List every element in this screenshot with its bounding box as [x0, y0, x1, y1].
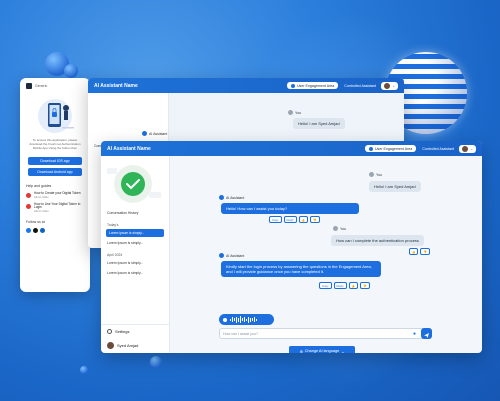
controlled-assistant-label: Controlled Assistant	[422, 146, 455, 151]
decorative-sphere	[80, 366, 88, 374]
history-item[interactable]: Lorem Ipsum is simply...	[101, 268, 169, 278]
user-icon	[333, 226, 338, 231]
bot-icon	[219, 253, 224, 258]
change-language-button[interactable]: ⊕ Change AI language ⌄	[289, 346, 355, 353]
engagement-area-button[interactable]: User Engagement Area	[364, 145, 417, 152]
mic-icon[interactable]: ●	[413, 331, 416, 337]
youtube-icon	[26, 203, 31, 209]
guide-item[interactable]: How to Use Your Digital Token to Login Ad…	[20, 201, 90, 216]
sidebar-footer: Settings Syed Amjad	[101, 324, 169, 353]
social-links	[20, 226, 90, 235]
message-actions: Copy Reply 👍 👎	[269, 216, 320, 223]
settings-button[interactable]: Settings	[101, 325, 169, 338]
message-actions: Copy Reply 👍 👎	[319, 282, 370, 289]
microphone-icon	[223, 317, 227, 322]
front-app-window: AI Assistant Name User Engagement Area C…	[101, 141, 482, 353]
message-actions: 👍 👎	[409, 248, 430, 255]
april-label: April 2024	[107, 253, 123, 257]
send-button[interactable]	[421, 328, 432, 339]
bot-label: AI Assistant	[219, 195, 244, 200]
engagement-label: User Engagement Area	[296, 83, 335, 88]
back-window-header: AI Assistant Name User Engagement Area C…	[88, 78, 404, 93]
linkedin-icon[interactable]	[40, 228, 45, 234]
user-icon	[368, 146, 373, 151]
reply-button[interactable]: Reply	[333, 282, 347, 289]
user-label: You	[369, 172, 382, 177]
user-icon	[288, 110, 293, 115]
intro-text: To access this application, please downl…	[29, 138, 81, 150]
chat-input[interactable]: How can I assist you? ●	[219, 328, 432, 339]
phone-lock-illustration	[33, 96, 77, 136]
user-menu[interactable]: ⌄	[459, 144, 476, 153]
youtube-icon	[26, 192, 31, 198]
dislike-icon[interactable]: 👎	[360, 282, 370, 289]
voice-recording-bar[interactable]	[219, 314, 274, 325]
engagement-label: User Engagement Area	[374, 146, 413, 151]
download-ios-button[interactable]: Download iOS app	[28, 156, 82, 165]
app-name: Generic	[35, 84, 48, 88]
user-message: How can I complete the authentication pr…	[331, 235, 424, 247]
status-illustration	[101, 156, 169, 208]
front-window-header: AI Assistant Name User Engagement Area C…	[101, 141, 482, 156]
user-label: You	[333, 226, 346, 231]
today-label: Today's	[107, 223, 119, 227]
copy-button[interactable]: Copy	[269, 216, 282, 223]
avatar	[384, 82, 391, 89]
history-item-active[interactable]: Lorem Ipsum is simply...	[106, 229, 164, 237]
guide-sub: Admin Video	[34, 210, 49, 214]
controlled-assistant-label: Controlled Assistant	[344, 83, 377, 88]
language-icon: ⊕	[299, 349, 303, 354]
conversation-history-label: Conversation History	[107, 211, 139, 215]
user-label: You	[288, 110, 301, 115]
decorative-sphere	[64, 64, 78, 78]
dislike-icon[interactable]: 👎	[420, 248, 430, 255]
front-sidebar: Conversation History Today's Lorem Ipsum…	[101, 156, 170, 353]
reply-button[interactable]: Reply	[283, 216, 297, 223]
chevron-down-icon: ⌄	[341, 349, 345, 354]
user-message: Hello! I am Syed Amjad	[293, 118, 345, 130]
help-heading: Help and guides	[26, 183, 52, 188]
guide-sub: Admin Video	[34, 195, 49, 199]
user-message: Hello! I am Syed Amjad	[369, 181, 421, 193]
bot-label: AI Assistant	[219, 253, 244, 258]
user-icon	[290, 83, 295, 88]
bot-icon	[142, 131, 147, 136]
user-profile[interactable]: Syed Amjad	[101, 338, 169, 353]
follow-label: Follow us at	[26, 220, 45, 225]
like-icon[interactable]: 👍	[348, 282, 359, 289]
window-title: AI Assistant Name	[94, 82, 138, 89]
chat-area: You Hello! I am Syed Amjad AI Assistant …	[169, 156, 482, 353]
facebook-icon[interactable]	[26, 228, 31, 234]
avatar	[107, 342, 114, 349]
mobile-auth-card: Generic To access this application, plea…	[20, 78, 90, 292]
bot-label: AI Assistant	[142, 131, 167, 136]
user-icon	[369, 172, 374, 177]
window-title: AI Assistant Name	[107, 145, 151, 152]
like-icon[interactable]: 👍	[298, 216, 309, 223]
app-logo-icon	[26, 83, 32, 89]
history-item[interactable]: Lorem Ipsum is simply...	[101, 258, 169, 268]
like-icon[interactable]: 👍	[409, 248, 419, 255]
chat-input-placeholder: How can I assist you?	[223, 331, 258, 336]
x-icon[interactable]	[33, 228, 38, 234]
bot-message: Hello! How can I assist you today?	[221, 203, 359, 215]
guide-title: How to Create your Digital Token	[34, 190, 81, 195]
copy-button[interactable]: Copy	[319, 282, 332, 289]
download-android-button[interactable]: Download Android app	[28, 167, 82, 176]
guide-item[interactable]: How to Create your Digital Token Admin Vi…	[20, 190, 90, 201]
engagement-area-button[interactable]: User Engagement Area	[286, 82, 339, 89]
decorative-sphere	[150, 356, 162, 368]
guide-title: How to Use Your Digital Token to Login	[34, 201, 81, 210]
history-item[interactable]: Lorem Ipsum is simply...	[101, 238, 169, 248]
bot-message: Kindly start the login process by answer…	[221, 261, 381, 278]
mobile-header: Generic	[20, 78, 90, 94]
avatar	[462, 145, 469, 152]
user-menu[interactable]: ⌄	[381, 81, 398, 90]
send-icon	[424, 333, 429, 338]
dislike-icon[interactable]: 👎	[310, 216, 320, 223]
bot-icon	[219, 195, 224, 200]
gear-icon	[107, 329, 112, 334]
